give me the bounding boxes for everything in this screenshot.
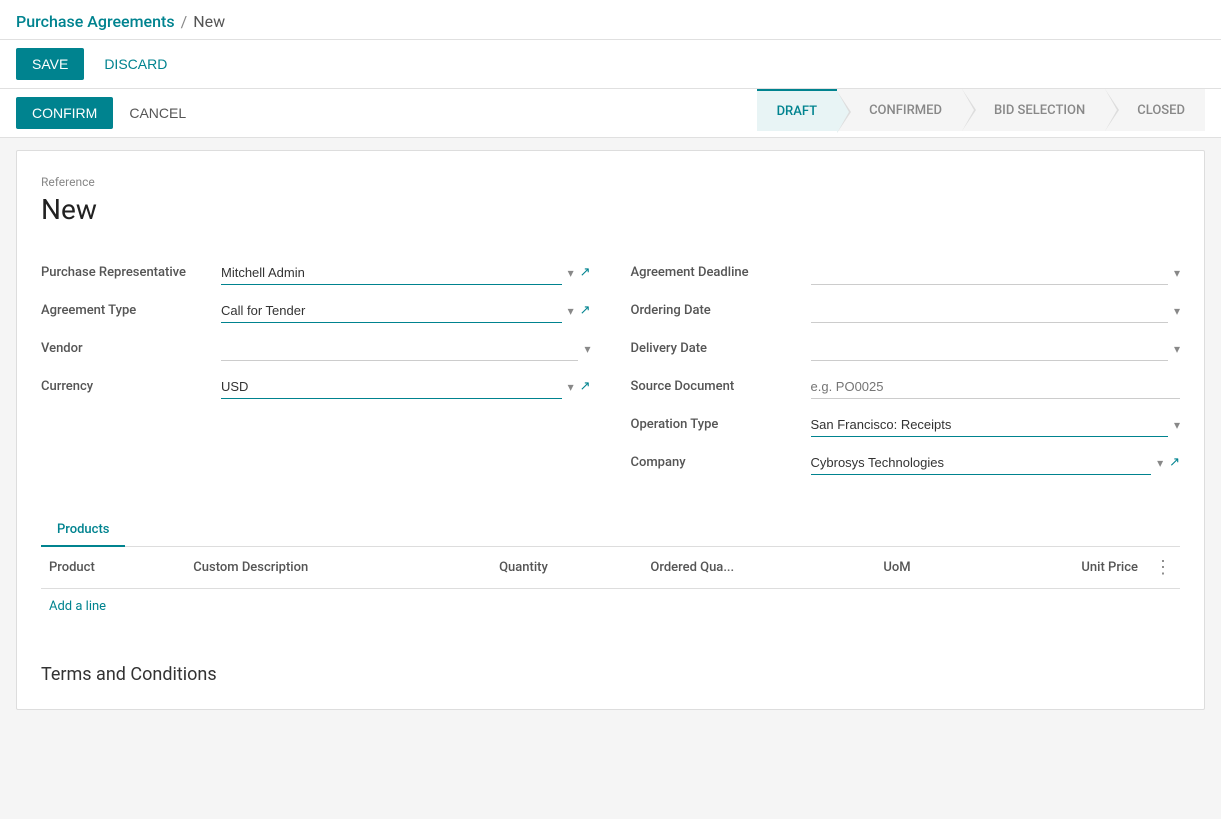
- source-document-label: Source Document: [631, 379, 811, 394]
- purchase-rep-dropdown-icon[interactable]: ▾: [568, 266, 574, 280]
- operation-type-row: Operation Type ▾: [631, 406, 1181, 444]
- agreement-type-external-link-icon[interactable]: ↗: [580, 303, 591, 318]
- products-table: Product Custom Description Quantity Orde…: [41, 547, 1180, 624]
- confirm-button[interactable]: CONFIRM: [16, 97, 113, 129]
- breadcrumb-separator: /: [181, 12, 188, 31]
- source-document-input[interactable]: [811, 375, 1181, 399]
- col-uom: UoM: [875, 547, 976, 589]
- add-line-button[interactable]: Add a line: [41, 589, 114, 624]
- status-step-closed[interactable]: CLOSED: [1105, 89, 1205, 131]
- agreement-type-input[interactable]: [221, 299, 562, 323]
- status-step-bid-selection[interactable]: BID SELECTION: [962, 89, 1105, 131]
- breadcrumb-current: New: [193, 12, 225, 31]
- agreement-deadline-dropdown-icon[interactable]: ▾: [1174, 266, 1180, 280]
- status-actions: CONFIRM CANCEL: [16, 89, 198, 137]
- purchase-rep-value: ▾ ↗: [221, 261, 591, 285]
- ordering-date-row: Ordering Date ▾: [631, 292, 1181, 330]
- ordering-date-input[interactable]: [811, 299, 1168, 323]
- agreement-type-row: Agreement Type ▾ ↗: [41, 292, 591, 330]
- currency-input[interactable]: [221, 375, 562, 399]
- vendor-dropdown-icon[interactable]: ▾: [584, 342, 590, 356]
- currency-external-link-icon[interactable]: ↗: [580, 379, 591, 394]
- form-grid: Purchase Representative ▾ ↗ Agreement Ty…: [41, 254, 1180, 482]
- operation-type-input[interactable]: [811, 413, 1168, 437]
- company-external-link-icon[interactable]: ↗: [1169, 455, 1180, 470]
- delivery-date-row: Delivery Date ▾: [631, 330, 1181, 368]
- ordering-date-value: ▾: [811, 299, 1181, 323]
- save-button[interactable]: SAVE: [16, 48, 84, 80]
- delivery-date-dropdown-icon[interactable]: ▾: [1174, 342, 1180, 356]
- status-step-draft[interactable]: DRAFT: [757, 89, 838, 131]
- discard-button[interactable]: DISCARD: [92, 48, 179, 80]
- tabs-container: Products: [41, 514, 1180, 547]
- agreement-deadline-label: Agreement Deadline: [631, 265, 811, 280]
- purchase-rep-input[interactable]: [221, 261, 562, 285]
- source-document-value: [811, 375, 1181, 399]
- breadcrumb: Purchase Agreements / New: [0, 0, 1221, 40]
- form-right-section: Agreement Deadline ▾ Ordering Date ▾ Del…: [631, 254, 1181, 482]
- reference-value: New: [41, 193, 1180, 226]
- source-document-row: Source Document: [631, 368, 1181, 406]
- company-dropdown-icon[interactable]: ▾: [1157, 456, 1163, 470]
- col-custom-description: Custom Description: [185, 547, 491, 589]
- vendor-row: Vendor ▾: [41, 330, 591, 368]
- cancel-action-button[interactable]: CANCEL: [117, 97, 198, 129]
- agreement-deadline-row: Agreement Deadline ▾: [631, 254, 1181, 292]
- col-product: Product: [41, 547, 185, 589]
- currency-row: Currency ▾ ↗: [41, 368, 591, 406]
- purchase-rep-label: Purchase Representative: [41, 265, 221, 280]
- operation-type-label: Operation Type: [631, 417, 811, 432]
- currency-dropdown-icon[interactable]: ▾: [568, 380, 574, 394]
- purchase-rep-row: Purchase Representative ▾ ↗: [41, 254, 591, 292]
- purchase-rep-external-link-icon[interactable]: ↗: [580, 265, 591, 280]
- company-label: Company: [631, 455, 811, 470]
- currency-value: ▾ ↗: [221, 375, 591, 399]
- delivery-date-value: ▾: [811, 337, 1181, 361]
- agreement-type-dropdown-icon[interactable]: ▾: [568, 304, 574, 318]
- col-ordered-quantity: Ordered Qua...: [642, 547, 875, 589]
- vendor-input[interactable]: [221, 337, 578, 361]
- col-quantity: Quantity: [491, 547, 642, 589]
- status-steps: DRAFT CONFIRMED BID SELECTION CLOSED: [757, 89, 1205, 131]
- breadcrumb-parent[interactable]: Purchase Agreements: [16, 12, 175, 31]
- toolbar: SAVE DISCARD: [0, 40, 1221, 89]
- vendor-label: Vendor: [41, 341, 221, 356]
- status-step-confirmed[interactable]: CONFIRMED: [837, 89, 962, 131]
- company-row: Company ▾ ↗: [631, 444, 1181, 482]
- table-more-options-icon[interactable]: ⋮: [1154, 557, 1172, 578]
- company-value: ▾ ↗: [811, 451, 1181, 475]
- agreement-deadline-value: ▾: [811, 261, 1181, 285]
- agreement-deadline-input[interactable]: [811, 261, 1168, 285]
- ordering-date-dropdown-icon[interactable]: ▾: [1174, 304, 1180, 318]
- currency-label: Currency: [41, 379, 221, 394]
- status-bar: CONFIRM CANCEL DRAFT CONFIRMED BID SELEC…: [0, 89, 1221, 138]
- reference-label: Reference: [41, 175, 1180, 189]
- ordering-date-label: Ordering Date: [631, 303, 811, 318]
- agreement-type-value: ▾ ↗: [221, 299, 591, 323]
- reference-section: Reference New: [41, 175, 1180, 226]
- col-unit-price: Unit Price: [976, 547, 1146, 589]
- terms-title: Terms and Conditions: [41, 664, 1180, 685]
- form-left-section: Purchase Representative ▾ ↗ Agreement Ty…: [41, 254, 591, 482]
- operation-type-value: ▾: [811, 413, 1181, 437]
- terms-section: Terms and Conditions: [41, 664, 1180, 685]
- agreement-type-label: Agreement Type: [41, 303, 221, 318]
- vendor-value: ▾: [221, 337, 591, 361]
- delivery-date-label: Delivery Date: [631, 341, 811, 356]
- delivery-date-input[interactable]: [811, 337, 1168, 361]
- company-input[interactable]: [811, 451, 1152, 475]
- products-tab[interactable]: Products: [41, 514, 125, 547]
- operation-type-dropdown-icon[interactable]: ▾: [1174, 418, 1180, 432]
- main-content: Reference New Purchase Representative ▾ …: [16, 150, 1205, 710]
